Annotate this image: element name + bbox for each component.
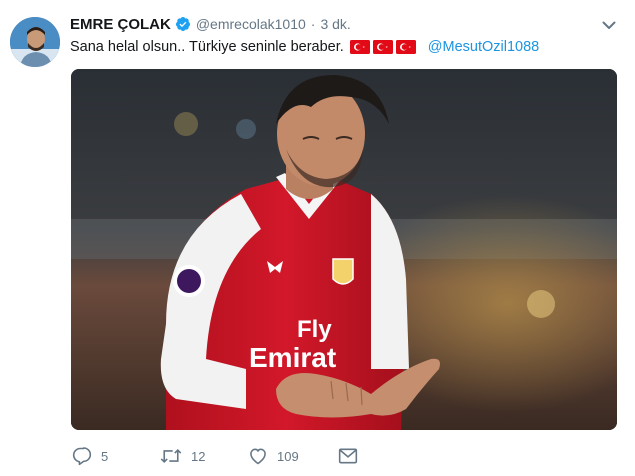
tweet: EMRE ÇOLAK @emrecolak1010 · 3 dk. Sana h… [0,0,635,476]
tweet-body: Sana helal olsun.. Türkiye seninle berab… [70,39,344,55]
reply-icon [72,447,92,466]
mention-link[interactable]: @MesutOzil1088 [428,37,539,57]
avatar[interactable] [10,17,60,67]
turkish-flag-icon [372,40,393,54]
turkish-flag-icon [349,40,370,54]
tweet-actions: 5 12 109 [72,444,358,468]
avatar-image [10,17,60,67]
separator-dot: · [310,16,316,32]
like-icon [250,448,266,465]
reply-count: 5 [101,448,109,464]
chevron-down-icon[interactable] [601,17,617,33]
display-name[interactable]: EMRE ÇOLAK [70,16,171,33]
tweet-text: Sana helal olsun.. Türkiye seninle berab… [70,37,615,57]
like-count: 109 [277,448,299,464]
verified-badge-icon [175,16,191,32]
tweet-header: EMRE ÇOLAK @emrecolak1010 · 3 dk. [70,13,595,35]
flag-emojis [349,40,416,54]
sponsor-text-line2: Emirat [249,342,336,373]
like-button[interactable]: 109 [248,446,338,466]
direct-message-button[interactable] [338,447,358,465]
retweet-count: 12 [191,448,206,464]
timestamp[interactable]: 3 dk. [320,16,350,32]
retweet-button[interactable]: 12 [160,446,248,466]
reply-button[interactable]: 5 [72,446,160,466]
sponsor-text-line1: Fly [297,316,332,343]
turkish-flag-icon [395,40,416,54]
tweet-photo[interactable]: Fly Emirat [71,69,617,430]
direct-message-icon [338,448,358,464]
user-handle[interactable]: @emrecolak1010 [196,16,306,32]
retweet-icon [160,448,182,464]
